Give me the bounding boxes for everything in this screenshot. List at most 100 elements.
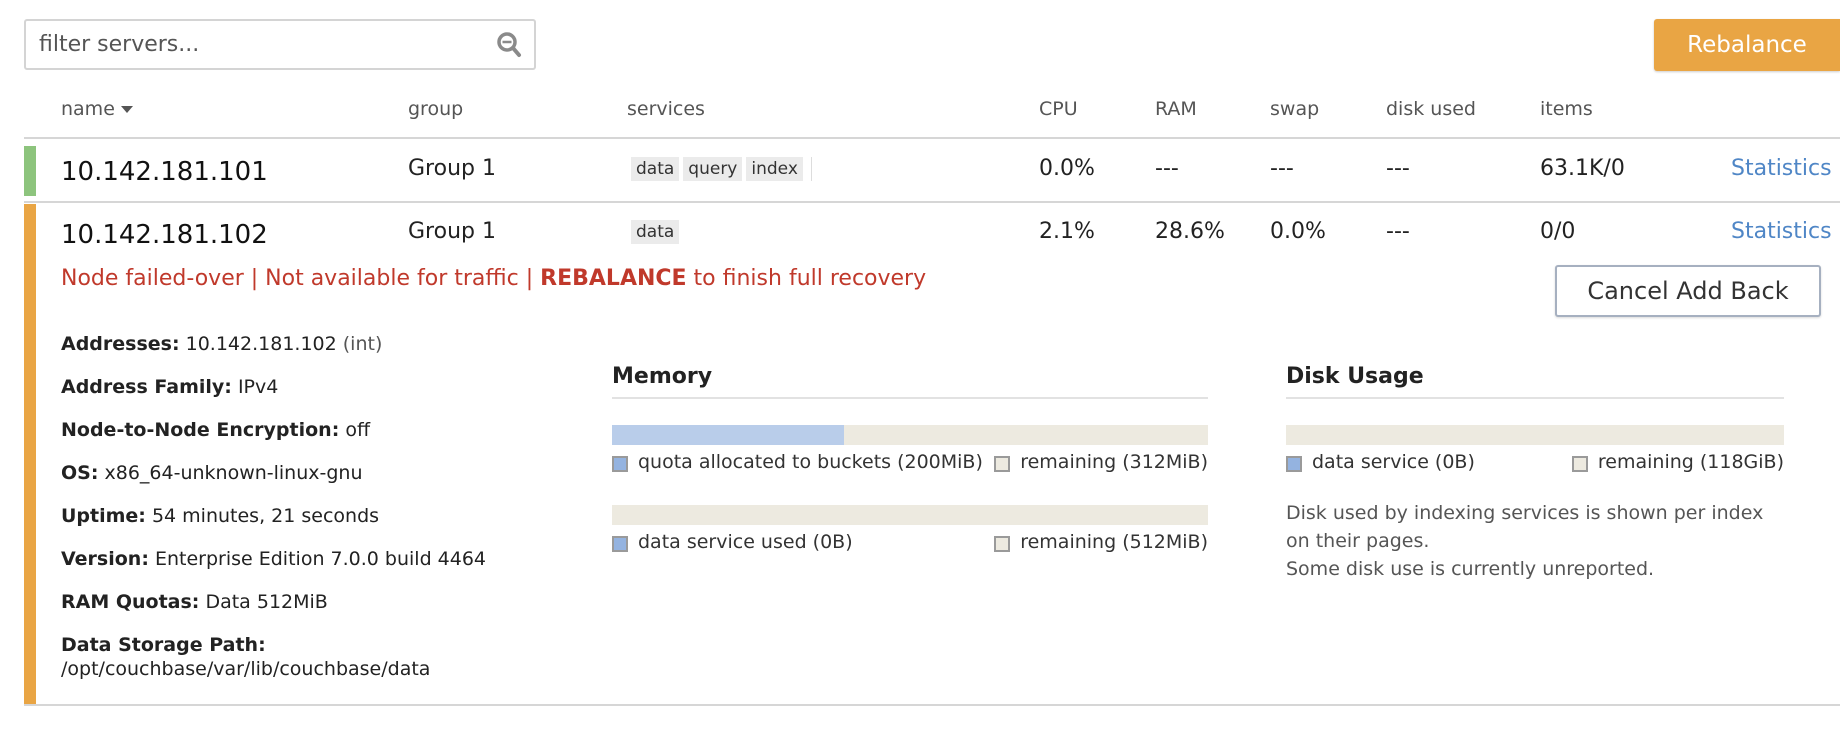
alert-prefix: Node failed-over | Not available for tra… xyxy=(61,266,541,291)
server-name: 10.142.181.101 xyxy=(61,157,268,187)
memory-used-legend: data service used (0B) remaining (512MiB… xyxy=(612,531,1208,553)
detail-encryption: Node-to-Node Encryption: off xyxy=(61,418,561,442)
service-tag: data xyxy=(631,220,680,244)
disk-note-line: Disk used by indexing services is shown … xyxy=(1286,502,1764,552)
legend-swatch-blue-icon xyxy=(612,535,628,552)
servers-table-header: name group services CPU RAM swap disk us… xyxy=(24,94,1840,139)
detail-value: 54 minutes, 21 seconds xyxy=(151,505,380,527)
memory-used-bar xyxy=(612,505,1208,525)
server-group: Group 1 xyxy=(408,219,496,244)
items-value: 0/0 xyxy=(1540,219,1576,244)
legend-remaining: remaining (118GiB) xyxy=(1571,451,1784,473)
memory-title: Memory xyxy=(612,364,1208,399)
legend-remaining: remaining (312MiB) xyxy=(994,451,1208,473)
detail-label: Node-to-Node Encryption: xyxy=(61,419,340,441)
service-tag: index xyxy=(746,157,803,181)
rebalance-button[interactable]: Rebalance xyxy=(1654,19,1840,71)
legend-label: remaining (118GiB) xyxy=(1597,451,1784,473)
tag-divider xyxy=(810,157,812,181)
detail-address-type: (int) xyxy=(342,333,383,355)
column-header-ram[interactable]: RAM xyxy=(1155,98,1197,120)
memory-section: Memory quota allocated to buckets (200Mi… xyxy=(612,364,1208,553)
legend-swatch-blue-icon xyxy=(1286,455,1302,472)
column-header-items[interactable]: items xyxy=(1540,98,1593,120)
items-value: 63.1K/0 xyxy=(1540,156,1625,181)
detail-os: OS: x86_64-unknown-linux-gnu xyxy=(61,461,561,485)
memory-quota-bar-fill xyxy=(612,425,845,445)
service-tag: data xyxy=(631,157,680,181)
legend-data-service: data service (0B) xyxy=(1286,451,1475,473)
column-header-cpu[interactable]: CPU xyxy=(1039,98,1078,120)
detail-label: Uptime: xyxy=(61,505,146,527)
column-header-services[interactable]: services xyxy=(627,98,705,120)
server-row-expanded[interactable]: 10.142.181.102 Group 1 data 2.1% 28.6% 0… xyxy=(24,204,1840,706)
cpu-value: 2.1% xyxy=(1039,219,1095,244)
cancel-add-back-button[interactable]: Cancel Add Back xyxy=(1555,265,1821,317)
detail-address-family: Address Family: IPv4 xyxy=(61,375,561,399)
disk-usage-note: Disk used by indexing services is shown … xyxy=(1286,499,1784,583)
detail-version: Version: Enterprise Edition 7.0.0 build … xyxy=(61,547,561,571)
search-icon[interactable] xyxy=(496,31,522,59)
legend-remaining: remaining (512MiB) xyxy=(994,531,1208,553)
status-stripe-failed-over xyxy=(24,204,36,704)
statistics-link[interactable]: Statistics xyxy=(1731,219,1832,244)
detail-value: IPv4 xyxy=(237,376,279,398)
legend-swatch-beige-icon xyxy=(994,535,1011,552)
disk-used-value: --- xyxy=(1386,156,1410,181)
legend-data-service-used: data service used (0B) xyxy=(612,531,853,553)
filter-servers-input[interactable] xyxy=(26,21,466,68)
column-header-swap[interactable]: swap xyxy=(1270,98,1319,120)
server-name: 10.142.181.102 xyxy=(61,220,268,250)
swap-value: --- xyxy=(1270,156,1294,181)
filter-servers-search[interactable] xyxy=(24,19,536,70)
swap-value: 0.0% xyxy=(1270,219,1326,244)
ram-value: --- xyxy=(1155,156,1179,181)
column-header-name[interactable]: name xyxy=(61,98,133,120)
legend-label: quota allocated to buckets (200MiB) xyxy=(638,451,983,473)
legend-label: data service used (0B) xyxy=(638,531,853,553)
legend-label: data service (0B) xyxy=(1312,451,1475,473)
detail-label: Address Family: xyxy=(61,376,232,398)
sort-caret-down-icon xyxy=(120,106,133,113)
alert-suffix: to finish full recovery xyxy=(686,266,927,291)
legend-label: remaining (512MiB) xyxy=(1020,531,1208,553)
column-name-label: name xyxy=(61,98,115,120)
disk-note-line: Some disk use is currently unreported. xyxy=(1286,558,1655,580)
detail-value: Enterprise Edition 7.0.0 build 4464 xyxy=(154,548,487,570)
legend-allocated: quota allocated to buckets (200MiB) xyxy=(612,451,983,473)
services-tags: data xyxy=(631,220,680,244)
ram-value: 28.6% xyxy=(1155,219,1225,244)
memory-quota-bar xyxy=(612,425,1208,445)
legend-swatch-beige-icon xyxy=(994,455,1011,472)
disk-usage-title: Disk Usage xyxy=(1286,364,1784,399)
detail-value: off xyxy=(345,419,371,441)
column-header-disk-used[interactable]: disk used xyxy=(1386,98,1476,120)
service-tag: query xyxy=(683,157,743,181)
column-header-group[interactable]: group xyxy=(408,98,463,120)
detail-value: 10.142.181.102 xyxy=(185,333,337,355)
legend-swatch-blue-icon xyxy=(612,455,628,472)
failover-alert: Node failed-over | Not available for tra… xyxy=(61,266,926,291)
detail-value: Data 512MiB xyxy=(205,591,328,613)
detail-uptime: Uptime: 54 minutes, 21 seconds xyxy=(61,504,561,528)
server-group: Group 1 xyxy=(408,156,496,181)
disk-usage-section: Disk Usage data service (0B) remaining (… xyxy=(1286,364,1784,583)
legend-label: remaining (312MiB) xyxy=(1020,451,1208,473)
detail-label: Data Storage Path: xyxy=(61,634,266,656)
detail-data-storage-path: Data Storage Path: /opt/couchbase/var/li… xyxy=(61,633,561,681)
detail-label: RAM Quotas: xyxy=(61,591,200,613)
detail-value: /opt/couchbase/var/lib/couchbase/data xyxy=(61,658,431,680)
alert-rebalance-emphasis: REBALANCE xyxy=(540,266,687,291)
detail-label: OS: xyxy=(61,462,99,484)
detail-ram-quotas: RAM Quotas: Data 512MiB xyxy=(61,590,561,614)
legend-swatch-beige-icon xyxy=(1571,455,1588,472)
disk-usage-legend: data service (0B) remaining (118GiB) xyxy=(1286,451,1784,473)
disk-used-value: --- xyxy=(1386,219,1410,244)
detail-label: Addresses: xyxy=(61,333,180,355)
server-row[interactable]: 10.142.181.101 Group 1 data query index … xyxy=(24,141,1840,203)
node-details: Addresses: 10.142.181.102 (int) Address … xyxy=(61,332,561,681)
statistics-link[interactable]: Statistics xyxy=(1731,156,1832,181)
detail-label: Version: xyxy=(61,548,149,570)
services-tags: data query index xyxy=(631,157,812,181)
cpu-value: 0.0% xyxy=(1039,156,1095,181)
